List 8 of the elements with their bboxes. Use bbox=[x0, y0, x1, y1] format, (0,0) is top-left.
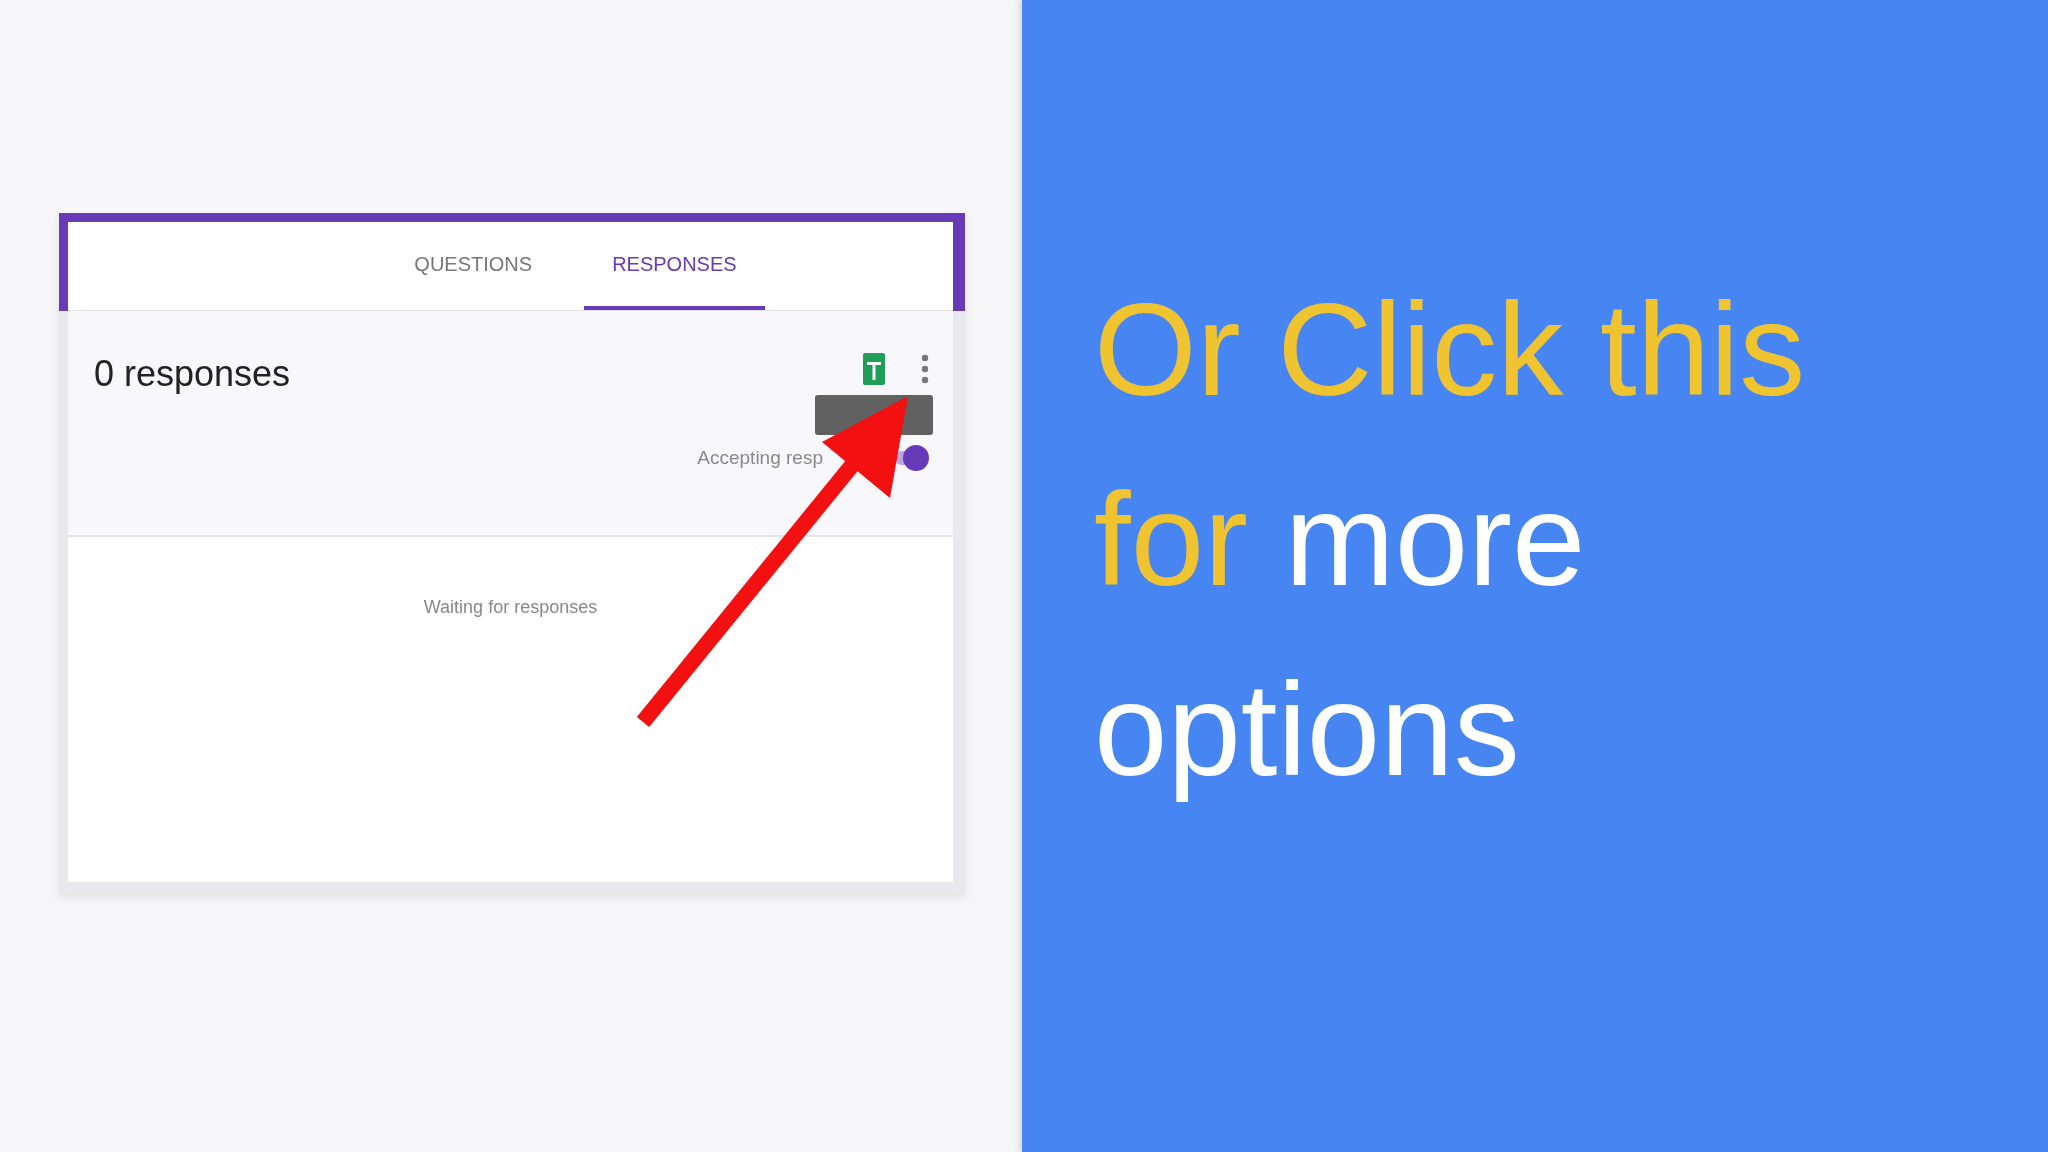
tab[interactable]: QUESTIONS bbox=[386, 222, 561, 310]
arrow-icon bbox=[636, 396, 908, 728]
toggle-label: Accepting resp bbox=[697, 447, 823, 469]
caption-text: Or Click this for more options bbox=[1094, 275, 1806, 805]
more-options-icon[interactable] bbox=[921, 354, 929, 384]
empty-message: Waiting for responses bbox=[423, 597, 598, 619]
spreadsheet-icon[interactable] bbox=[863, 353, 885, 385]
response-count: 0 responses bbox=[94, 353, 292, 396]
